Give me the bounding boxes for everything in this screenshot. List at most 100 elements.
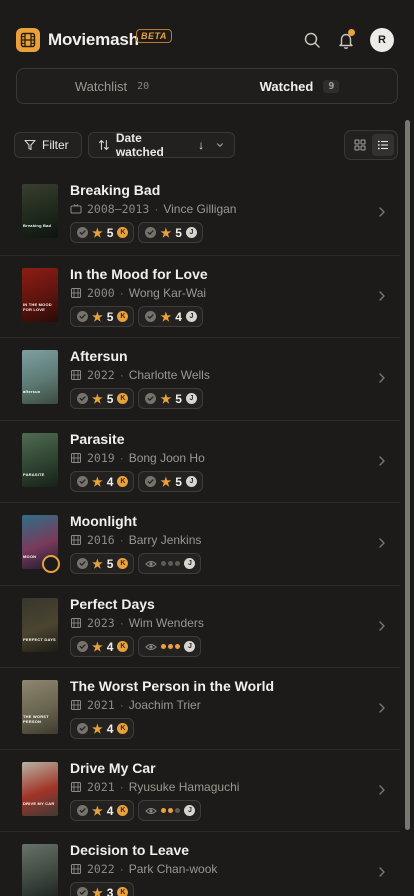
movie-poster[interactable] (22, 844, 58, 896)
tab-watched[interactable]: Watched 9 (206, 72, 393, 100)
movie-title[interactable]: In the Mood for Love (70, 266, 208, 282)
user-avatar: K (117, 723, 129, 734)
rating-chip[interactable]: J (138, 636, 202, 657)
check-icon (145, 227, 157, 238)
star-rating: 4 (175, 309, 182, 324)
list-view-button[interactable] (372, 134, 394, 156)
chevron-right-icon (379, 373, 385, 383)
rating-chip[interactable]: ★ 4 J (138, 306, 203, 327)
film-icon[interactable] (16, 28, 40, 52)
checkmark-glyph (79, 726, 86, 731)
movie-title[interactable]: Moonlight (70, 513, 137, 529)
director-name: Ryusuke Hamaguchi (128, 780, 240, 794)
sort-icon (98, 140, 109, 150)
movie-poster[interactable]: PERFECT DAYS (22, 598, 58, 652)
film-icon (71, 864, 81, 874)
grid-view-button[interactable] (349, 134, 371, 156)
scrollbar[interactable] (405, 120, 410, 830)
avatar[interactable]: R (370, 28, 394, 52)
grid-icon (354, 139, 366, 151)
rating-chip[interactable]: ★ 5 K (70, 388, 135, 409)
star-rating: 4 (106, 474, 114, 489)
user-avatar: K (117, 641, 129, 652)
movie-poster[interactable]: Breaking Bad (22, 184, 58, 238)
movie-title[interactable]: The Worst Person in the World (70, 678, 274, 694)
movie-row[interactable]: IN THE MOOD FOR LOVE In the Mood for Love… (0, 255, 400, 337)
movie-title[interactable]: Breaking Bad (70, 182, 160, 198)
checkmark-glyph (79, 644, 86, 649)
movie-poster[interactable]: aftersun (22, 350, 58, 404)
release-year: 2016 (87, 533, 115, 547)
movie-row[interactable]: MOON Moonlight 2016 · Barry Jenkins ★ 5 K J (0, 502, 400, 584)
app-title[interactable]: Moviemash (48, 30, 139, 50)
star-icon: ★ (92, 556, 103, 571)
poster-caption: aftersun (23, 389, 41, 394)
movie-meta: 2021 · Joachim Trier (70, 698, 201, 712)
release-year: 2022 (87, 862, 115, 876)
chevron-right-icon (379, 785, 385, 795)
movie-row[interactable]: DRIVE MY CAR Drive My Car 2021 · Ryusuke Ham… (0, 749, 400, 831)
movie-meta: 2023 · Wim Wenders (70, 616, 204, 630)
tab-watchlist[interactable]: Watchlist 20 (20, 72, 204, 100)
movie-title[interactable]: Perfect Days (70, 596, 155, 612)
movie-poster[interactable]: DRIVE MY CAR (22, 762, 58, 816)
movie-title[interactable]: Aftersun (70, 348, 128, 364)
release-year: 2023 (87, 616, 115, 630)
checkmark-glyph (79, 230, 86, 235)
checkmark-glyph (79, 808, 86, 813)
star-icon: ★ (160, 474, 172, 489)
rating-chip[interactable]: ★ 4 K (70, 471, 135, 492)
film-icon (71, 370, 81, 380)
movie-row[interactable]: THE WORST PERSON The Worst Person in the … (0, 667, 400, 749)
rating-chip[interactable]: J (138, 800, 202, 821)
check-icon (77, 311, 88, 322)
rating-chip[interactable]: ★ 5 J (138, 222, 203, 243)
movie-row[interactable]: aftersun Aftersun 2022 · Charlotte Wells ★ 5 K ★… (0, 337, 400, 419)
rating-chip[interactable]: ★ 5 K (70, 222, 135, 243)
notification-dot (348, 29, 355, 36)
film-icon (71, 782, 81, 792)
rating-chip[interactable]: ★ 4 K (70, 718, 135, 739)
checkmark-glyph (148, 396, 155, 401)
rating-chip[interactable]: ★ 4 K (70, 636, 135, 657)
checkmark-glyph (79, 396, 86, 401)
star-icon: ★ (92, 309, 103, 324)
progress-dot (161, 644, 167, 649)
poster-caption: IN THE MOOD FOR LOVE (23, 302, 52, 312)
star-rating: 5 (106, 309, 114, 324)
list-icon (377, 140, 388, 150)
sort-button[interactable]: Date watched ↓ (88, 131, 235, 159)
rating-chip[interactable]: ★ 5 K (70, 306, 135, 327)
checkmark-glyph (79, 890, 86, 895)
meta-separator: · (154, 202, 159, 216)
movie-row[interactable]: PARASITE Parasite 2019 · Bong Joon Ho ★ 4 K ★ 5 J (0, 420, 400, 502)
chevron-right-icon (379, 207, 385, 217)
rating-chip[interactable]: ★ 5 K (70, 553, 135, 574)
movie-poster[interactable]: THE WORST PERSON (22, 680, 58, 734)
progress-dot (161, 561, 167, 566)
movie-row[interactable]: Decision to Leave 2022 · Park Chan-wook ★ 3 K (0, 831, 400, 896)
rating-chip[interactable]: ★ 3 K (70, 882, 135, 896)
rating-chip[interactable]: J (138, 553, 202, 574)
movie-title[interactable]: Drive My Car (70, 760, 156, 776)
star-rating: 5 (106, 391, 114, 406)
movie-title[interactable]: Decision to Leave (70, 842, 189, 858)
movie-title[interactable]: Parasite (70, 431, 124, 447)
movie-row[interactable]: PERFECT DAYS Perfect Days 2023 · Wim Wenders… (0, 585, 400, 667)
movie-meta: 2019 · Bong Joon Ho (70, 451, 205, 465)
movie-row[interactable]: Breaking Bad Breaking Bad 2008–2013 · Vince … (0, 172, 400, 254)
meta-separator: · (119, 533, 124, 547)
search-icon[interactable] (301, 29, 323, 51)
rating-chip[interactable]: ★ 4 K (70, 800, 135, 821)
movie-poster[interactable]: IN THE MOOD FOR LOVE (22, 268, 58, 322)
release-year: 2021 (87, 780, 115, 794)
movie-poster[interactable]: PARASITE (22, 433, 58, 487)
rating-chip[interactable]: ★ 5 J (138, 471, 203, 492)
filter-button[interactable]: Filter (14, 132, 82, 158)
rating-chip[interactable]: ★ 5 J (138, 388, 203, 409)
film-icon (71, 453, 81, 463)
filter-label: Filter (42, 138, 69, 152)
user-avatar: K (117, 805, 129, 816)
progress-dot (168, 644, 174, 649)
user-avatar: J (184, 641, 196, 652)
